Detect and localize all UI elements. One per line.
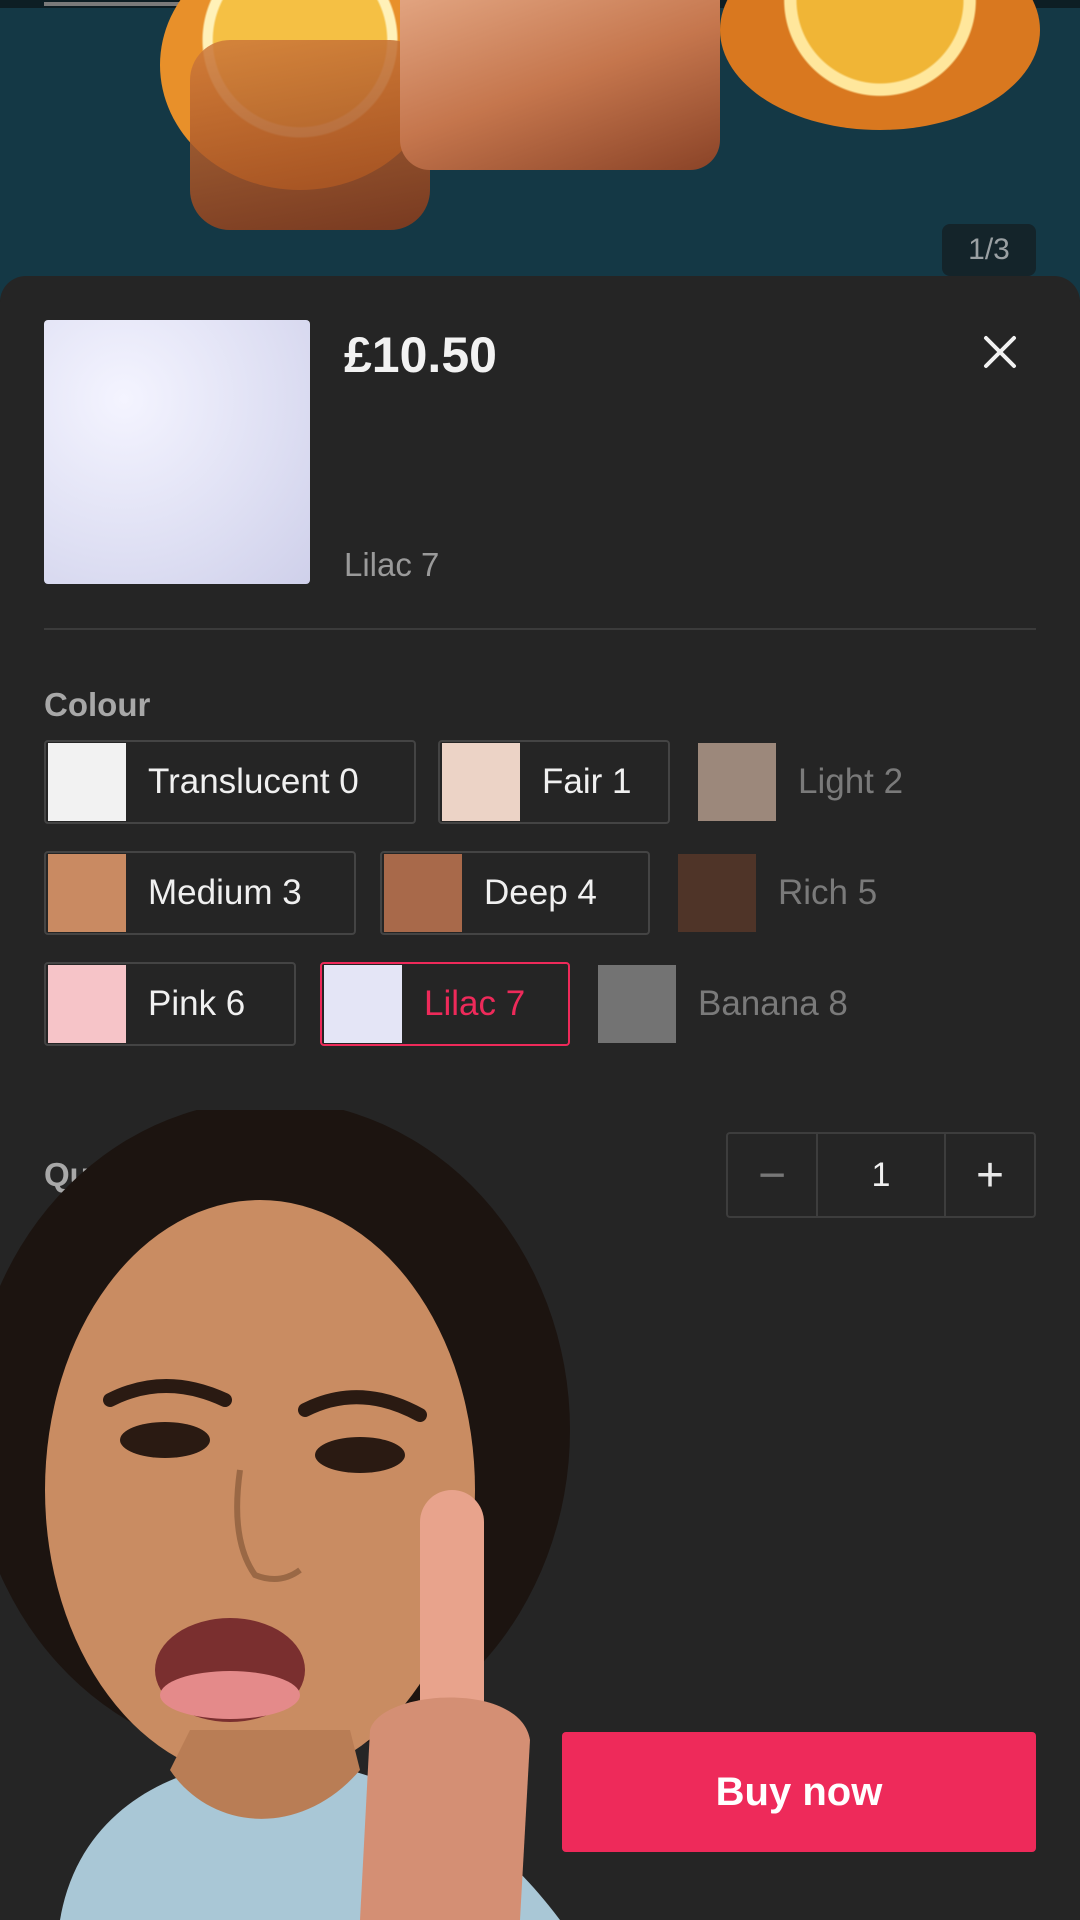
colour-swatch <box>678 854 756 932</box>
colour-section-label: Colour <box>44 686 151 723</box>
colour-swatch <box>384 854 462 932</box>
colour-option[interactable]: Fair 1 <box>438 740 670 824</box>
product-image-carousel[interactable]: 1/3 <box>0 0 1080 300</box>
colour-swatch <box>698 743 776 821</box>
product-jar-image <box>190 40 430 230</box>
close-icon[interactable] <box>976 328 1024 376</box>
colour-option-label: Fair 1 <box>542 762 632 801</box>
colour-option[interactable]: Light 2 <box>694 740 994 824</box>
colour-option-label: Pink 6 <box>148 984 246 1023</box>
orange-slice-image <box>720 0 1040 130</box>
image-counter: 1/3 <box>942 224 1036 276</box>
product-jar-image <box>400 0 720 170</box>
product-price: £10.50 <box>344 327 497 383</box>
colour-option-label: Deep 4 <box>484 873 597 912</box>
colour-option[interactable]: Translucent 0 <box>44 740 416 824</box>
colour-option[interactable]: Lilac 7 <box>320 962 570 1046</box>
divider <box>44 628 1036 630</box>
increment-button[interactable]: + <box>946 1134 1034 1216</box>
colour-option-label: Light 2 <box>798 762 904 801</box>
colour-swatch <box>48 743 126 821</box>
colour-option-label: Translucent 0 <box>148 762 359 801</box>
colour-option-label: Banana 8 <box>698 984 848 1023</box>
colour-option[interactable]: Rich 5 <box>674 851 974 935</box>
presenter-overlay <box>0 1110 570 1920</box>
selected-variant-label: Lilac 7 <box>344 546 440 583</box>
quantity-stepper: − 1 + <box>726 1132 1036 1218</box>
selected-variant-thumbnail <box>44 320 310 584</box>
colour-option[interactable]: Banana 8 <box>594 962 894 1046</box>
colour-option[interactable]: Medium 3 <box>44 851 356 935</box>
colour-option-label: Rich 5 <box>778 873 878 912</box>
quantity-value[interactable]: 1 <box>816 1134 946 1216</box>
colour-swatch <box>324 965 402 1043</box>
colour-swatch <box>48 965 126 1043</box>
colour-swatch <box>442 743 520 821</box>
colour-option[interactable]: Pink 6 <box>44 962 296 1046</box>
colour-swatch <box>598 965 676 1043</box>
decrement-button[interactable]: − <box>728 1134 816 1216</box>
colour-option[interactable]: Deep 4 <box>380 851 650 935</box>
colour-swatch <box>48 854 126 932</box>
colour-option-label: Medium 3 <box>148 873 302 912</box>
colour-option-label: Lilac 7 <box>424 984 526 1023</box>
